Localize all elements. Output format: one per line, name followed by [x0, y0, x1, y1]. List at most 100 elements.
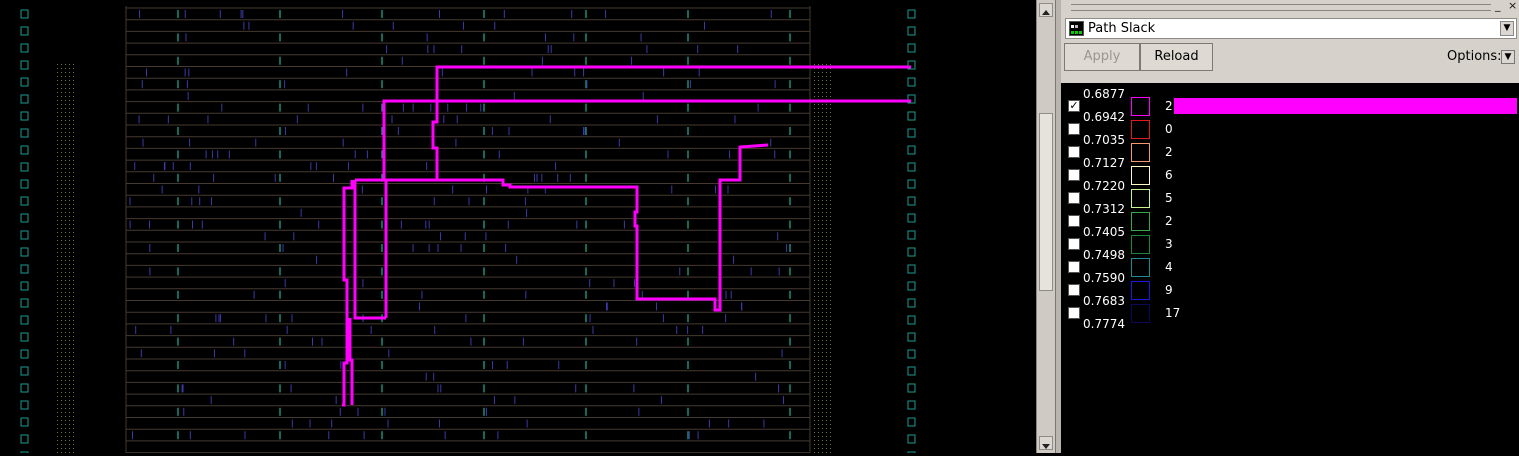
filler-dot [69, 244, 70, 245]
filler-dot [73, 284, 74, 285]
filler-dot [65, 348, 66, 349]
filler-dot [65, 420, 66, 421]
filler-dot [830, 292, 831, 293]
filler-dot [822, 344, 823, 345]
filler-dot [822, 232, 823, 233]
titlebar-grip[interactable] [1071, 4, 1491, 11]
filler-dot [73, 116, 74, 117]
filler-dot [73, 204, 74, 205]
legend-bin-checkbox[interactable] [1068, 307, 1080, 319]
filler-dot [73, 328, 74, 329]
filler-dot [814, 396, 815, 397]
filler-dot [65, 180, 66, 181]
scroll-down-arrow-icon[interactable] [1039, 436, 1053, 450]
filler-dot [830, 104, 831, 105]
filler-dot [69, 208, 70, 209]
filler-dot [814, 392, 815, 393]
legend-bin-checkbox[interactable] [1068, 284, 1080, 296]
filler-dot [826, 304, 827, 305]
legend-bin-checkbox[interactable] [1068, 261, 1080, 273]
legend-bin-checkbox[interactable] [1068, 192, 1080, 204]
filler-dot [65, 272, 66, 273]
vertical-scrollbar[interactable] [1036, 0, 1055, 453]
filler-dot [65, 164, 66, 165]
filler-dot [57, 360, 58, 361]
filler-dot [830, 340, 831, 341]
filler-dot [65, 168, 66, 169]
filler-dot [69, 236, 70, 237]
legend-bin-checkbox[interactable] [1068, 123, 1080, 135]
filler-dot [830, 368, 831, 369]
filler-dot [73, 168, 74, 169]
legend-color-swatch [1131, 258, 1150, 277]
filler-dot [73, 420, 74, 421]
filler-dot [69, 100, 70, 101]
metric-select[interactable]: Path Slack ▼ [1065, 18, 1517, 39]
filler-dot [822, 228, 823, 229]
filler-dot [826, 392, 827, 393]
filler-dot [826, 156, 827, 157]
filler-dot [61, 116, 62, 117]
options-dropdown-icon[interactable]: ▼ [1501, 50, 1515, 64]
filler-dot [65, 296, 66, 297]
legend-bin-checkbox[interactable]: ✓ [1068, 100, 1080, 112]
filler-dot [818, 220, 819, 221]
filler-dot [65, 320, 66, 321]
panel-titlebar[interactable]: _ × [1061, 0, 1519, 15]
filler-dot [818, 116, 819, 117]
filler-dot [69, 248, 70, 249]
filler-dot [61, 64, 62, 65]
filler-dot [57, 272, 58, 273]
legend-bin-checkbox[interactable] [1068, 238, 1080, 250]
filler-dot [830, 164, 831, 165]
filler-dot [57, 220, 58, 221]
scroll-up-arrow-icon[interactable] [1039, 3, 1053, 17]
legend-bin-checkbox[interactable] [1068, 215, 1080, 227]
filler-dot [73, 232, 74, 233]
filler-dot [818, 388, 819, 389]
scroll-thumb[interactable] [1039, 113, 1053, 291]
filler-dot [814, 336, 815, 337]
legend-bin-checkbox[interactable] [1068, 169, 1080, 181]
filler-dot [61, 148, 62, 149]
minimize-icon[interactable]: _ [1495, 0, 1501, 12]
filler-dot [826, 356, 827, 357]
close-icon[interactable]: × [1508, 0, 1517, 12]
io-pin [907, 213, 916, 223]
filler-dot [57, 180, 58, 181]
filler-dot [822, 372, 823, 373]
filler-dot [818, 196, 819, 197]
chevron-down-icon[interactable]: ▼ [1500, 21, 1514, 36]
filler-dot [65, 156, 66, 157]
filler-dot [826, 428, 827, 429]
filler-dot [818, 264, 819, 265]
filler-dot [61, 416, 62, 417]
io-pin [907, 230, 916, 240]
filler-dot [65, 64, 66, 65]
filler-dot [65, 196, 66, 197]
filler-dot [73, 92, 74, 93]
filler-dot [822, 148, 823, 149]
legend-bin-checkbox[interactable] [1068, 146, 1080, 158]
layout-canvas[interactable] [0, 0, 1036, 453]
filler-dot [830, 108, 831, 109]
filler-dot [73, 300, 74, 301]
filler-dot [814, 76, 815, 77]
reload-button[interactable]: Reload [1140, 43, 1213, 71]
filler-dot [814, 268, 815, 269]
filler-dot [57, 304, 58, 305]
filler-dot [57, 264, 58, 265]
filler-dot [61, 388, 62, 389]
apply-button[interactable]: Apply [1064, 43, 1140, 71]
filler-dot [830, 284, 831, 285]
filler-dot [814, 156, 815, 157]
filler-dot [73, 216, 74, 217]
io-pin [20, 213, 29, 223]
filler-dot [818, 128, 819, 129]
legend-color-swatch [1131, 235, 1150, 254]
filler-dot [814, 436, 815, 437]
filler-dot [65, 252, 66, 253]
filler-dot [830, 408, 831, 409]
layout-view[interactable] [0, 0, 1036, 453]
filler-dot [69, 140, 70, 141]
